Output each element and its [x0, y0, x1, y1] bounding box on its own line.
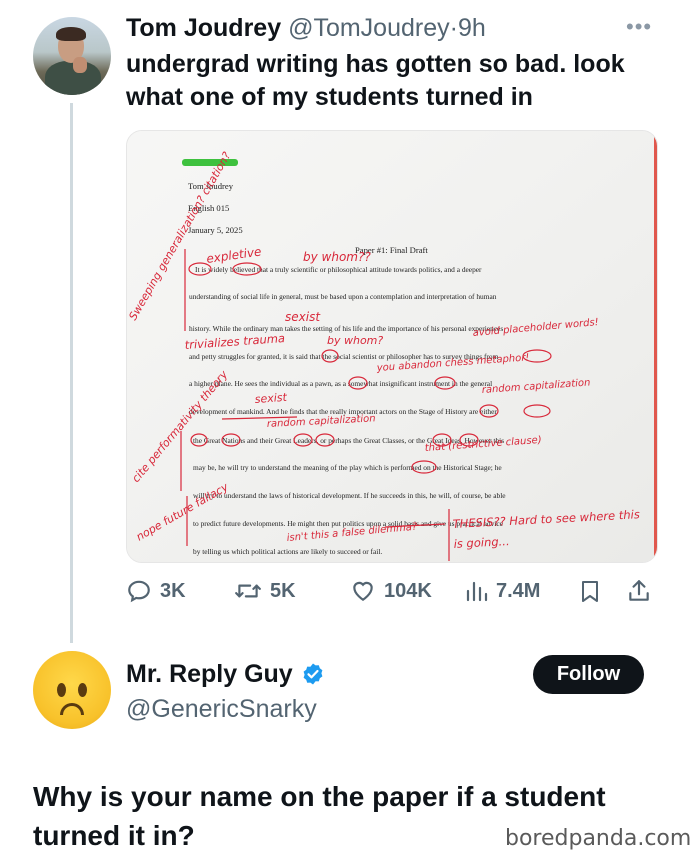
- bookmark-icon: [582, 581, 598, 602]
- note-by-whom-2: by whom?: [327, 334, 383, 347]
- note-by-whom-1: by whom??: [303, 250, 371, 264]
- paper-line: history. While the ordinary man takes th…: [189, 324, 503, 333]
- reply-action[interactable]: 3K: [126, 578, 186, 604]
- paper-line: may be, he will try to understand the me…: [193, 463, 502, 472]
- retweet-icon: [235, 584, 261, 598]
- timestamp[interactable]: 9h: [458, 14, 486, 42]
- more-icon[interactable]: •••: [626, 14, 652, 40]
- like-action[interactable]: 104K: [350, 578, 432, 604]
- source-watermark: boredpanda.com: [505, 826, 692, 851]
- thread-connector-line: [70, 103, 73, 643]
- note-thesis-box: THESIS?? Hard to see where this is going…: [453, 509, 641, 551]
- views-icon: [466, 581, 488, 602]
- tweet-media-image[interactable]: Tom Joudrey English 015 January 5, 2025 …: [126, 130, 658, 563]
- paper-line: understanding of social life in general,…: [189, 292, 497, 301]
- red-edge: [654, 131, 657, 562]
- like-count: 104K: [384, 579, 432, 602]
- author-avatar[interactable]: [33, 17, 111, 95]
- graded-paper-photo: Tom Joudrey English 015 January 5, 2025 …: [127, 131, 657, 562]
- share-action[interactable]: [626, 578, 652, 604]
- tweet-text: undergrad writing has gotten so bad. loo…: [126, 50, 625, 111]
- reply-author-row: Mr. Reply Guy: [126, 658, 325, 690]
- reply-count: 3K: [160, 579, 186, 602]
- reply-author-handle[interactable]: @GenericSnarky: [126, 693, 317, 725]
- follow-button[interactable]: Follow: [533, 655, 644, 694]
- tweet-actions-bar: 3K 5K 104K 7.4M: [126, 578, 658, 610]
- heart-icon: [353, 581, 373, 601]
- tweet-header: Tom Joudrey @TomJoudrey·9h: [126, 12, 486, 44]
- paper-line: by telling us which political actions ar…: [193, 547, 382, 556]
- author-handle[interactable]: @TomJoudrey: [288, 14, 450, 42]
- author-name[interactable]: Tom Joudrey: [126, 14, 281, 42]
- retweet-count: 5K: [270, 579, 296, 602]
- views-action[interactable]: 7.4M: [464, 578, 540, 604]
- separator-dot: ·: [449, 14, 458, 42]
- bookmark-action[interactable]: [578, 578, 602, 604]
- note-sexist-2: sexist: [254, 391, 288, 406]
- reply-icon: [128, 580, 150, 603]
- verified-badge-icon: [303, 663, 323, 685]
- paper-line: a higher plane. He sees the individual a…: [189, 379, 492, 388]
- reply-author-avatar[interactable]: [33, 651, 111, 729]
- paper-line: will try to understand the laws of histo…: [193, 491, 506, 500]
- reply-author-name[interactable]: Mr. Reply Guy: [126, 658, 293, 690]
- retweet-action[interactable]: 5K: [234, 578, 296, 604]
- note-sexist-1: sexist: [285, 310, 321, 324]
- views-count: 7.4M: [496, 579, 541, 602]
- share-icon: [629, 580, 649, 601]
- paper-header-line: January 5, 2025: [188, 225, 243, 235]
- note-thesis: THESIS?? Hard to see where this is going…: [453, 509, 641, 551]
- paper-line: It is widely believed that a truly scien…: [195, 265, 482, 274]
